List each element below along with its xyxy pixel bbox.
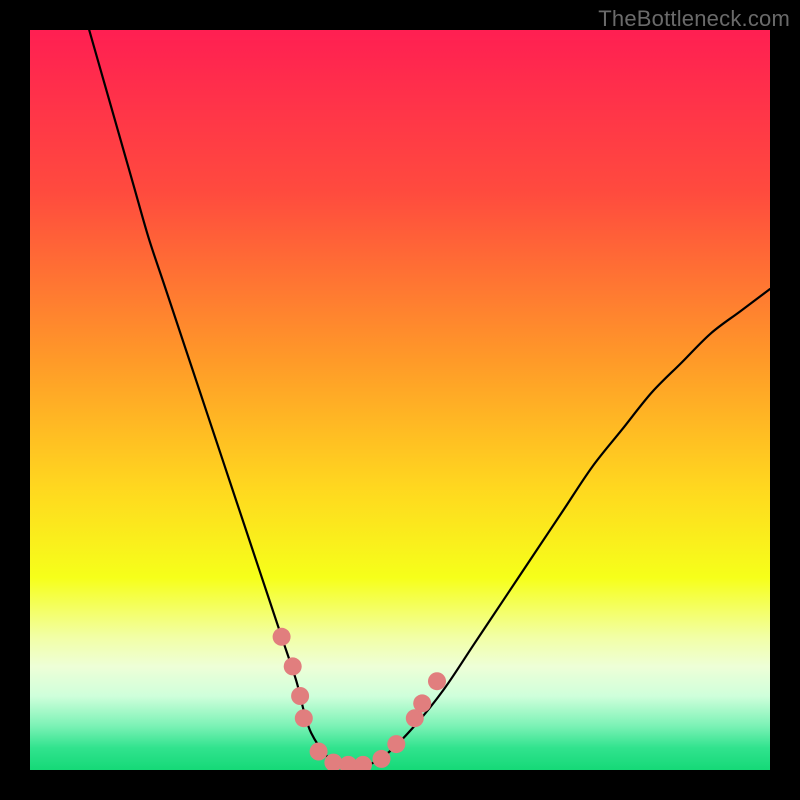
chart-frame: TheBottleneck.com bbox=[0, 0, 800, 800]
highlight-dot bbox=[373, 750, 391, 768]
highlight-dot bbox=[310, 743, 328, 761]
highlight-dot bbox=[291, 687, 309, 705]
highlight-dot bbox=[413, 694, 431, 712]
highlight-dot bbox=[273, 628, 291, 646]
highlight-dot bbox=[387, 735, 405, 753]
watermark-text: TheBottleneck.com bbox=[598, 6, 790, 32]
gradient-background bbox=[30, 30, 770, 770]
highlight-dot bbox=[284, 657, 302, 675]
highlight-dot bbox=[295, 709, 313, 727]
bottleneck-plot bbox=[30, 30, 770, 770]
highlight-dot bbox=[428, 672, 446, 690]
